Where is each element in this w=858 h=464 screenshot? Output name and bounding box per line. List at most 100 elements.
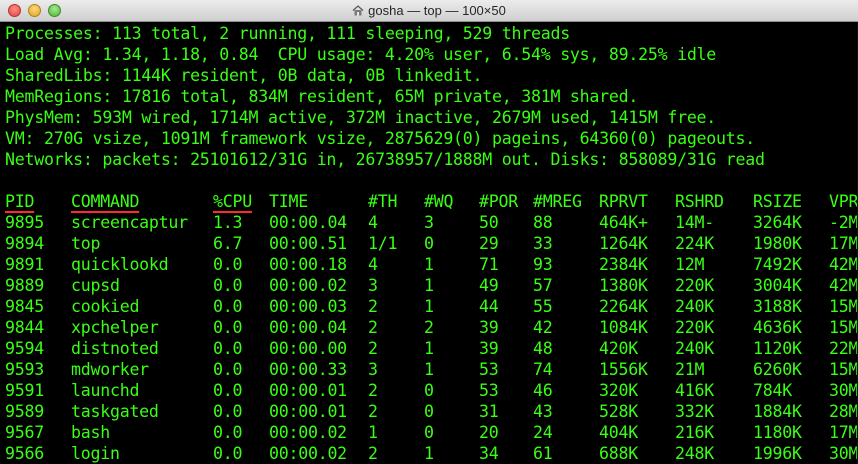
cell-por: 34 [479, 444, 499, 463]
cell-command: mdworker [71, 360, 149, 379]
cell-th: 2 [368, 402, 378, 421]
cell-command: distnoted [71, 339, 159, 358]
terminal-window: gosha — top — 100×50 Processes: 113 tota… [0, 0, 858, 464]
cell-pid: 9591 [5, 381, 44, 400]
table-row: 9594 distnoted 0.0 00:00.00 2 1 39 48 420K 240K 11… [5, 338, 858, 359]
cell-th: 4 [368, 213, 378, 232]
cell-pid: 9845 [5, 297, 44, 316]
cell-vpr: -2M [829, 213, 858, 232]
cell-th: 2 [368, 381, 378, 400]
title-bar[interactable]: gosha — top — 100×50 [0, 0, 858, 22]
cell-wq: 0 [424, 423, 434, 442]
cell-rprvt: 688K [599, 444, 638, 463]
cell-vpr: 30M [829, 381, 858, 400]
column-header-rprvt: RPRVT [599, 192, 648, 211]
cell-wq: 1 [424, 444, 434, 463]
table-row: 9895 screencaptur 1.3 00:00.04 4 3 50 88 464K+ 14… [5, 212, 858, 233]
cell-cpu: 0.0 [213, 276, 243, 295]
cell-rprvt: 2384K [599, 255, 648, 274]
table-row: 9894 top 6.7 00:00.51 1/1 0 29 33 1264K 224K 1980K… [5, 233, 858, 254]
table-row: 9844 xpchelper 0.0 00:00.04 2 2 39 42 1084K 220K 4… [5, 317, 858, 338]
cell-cpu: 0.0 [213, 423, 243, 442]
summary-physmem: PhysMem: 593M wired, 1714M active, 372M … [5, 108, 717, 127]
cell-wq: 1 [424, 297, 434, 316]
cell-wq: 1 [424, 276, 434, 295]
cell-rshrd: 248K [675, 444, 714, 463]
cell-time: 00:00.33 [269, 360, 347, 379]
cell-pid: 9895 [5, 213, 44, 232]
cell-por: 49 [479, 276, 499, 295]
cell-th: 2 [368, 444, 378, 463]
cell-vpr: 15M [829, 360, 858, 379]
cell-por: 44 [479, 297, 499, 316]
column-header-th: #TH [368, 192, 398, 211]
cell-th: 2 [368, 339, 378, 358]
column-header-pid: PID [5, 192, 35, 211]
cell-mreg: 88 [533, 213, 553, 232]
cell-time: 00:00.04 [269, 318, 347, 337]
cell-rsize: 1884K [753, 402, 802, 421]
cell-cpu: 0.0 [213, 339, 243, 358]
cell-rshrd: 220K [675, 276, 714, 295]
cell-cpu: 6.7 [213, 234, 243, 253]
cell-time: 00:00.04 [269, 213, 347, 232]
cell-wq: 0 [424, 402, 434, 421]
cell-rprvt: 528K [599, 402, 638, 421]
cell-command: bash [71, 423, 110, 442]
cell-wq: 1 [424, 360, 434, 379]
terminal-content[interactable]: Processes: 113 total, 2 running, 111 sle… [0, 22, 858, 464]
cell-command: top [71, 234, 101, 253]
cell-rshrd: 14M- [675, 213, 714, 232]
cell-time: 00:00.03 [269, 297, 347, 316]
column-header-por: #POR [479, 192, 518, 211]
cell-rsize: 3264K [753, 213, 802, 232]
cell-por: 31 [479, 402, 499, 421]
summary-processes: Processes: 113 total, 2 running, 111 sle… [5, 24, 570, 43]
cell-rprvt: 320K [599, 381, 638, 400]
cell-por: 50 [479, 213, 499, 232]
table-row: 9889 cupsd 0.0 00:00.02 3 1 49 57 1380K 220K 3004K… [5, 275, 858, 296]
cell-mreg: 57 [533, 276, 553, 295]
cell-command: login [71, 444, 120, 463]
cell-pid: 9594 [5, 339, 44, 358]
table-row: 9845 cookied 0.0 00:00.03 2 1 44 55 2264K 240K 318… [5, 296, 858, 317]
table-row: 9567 bash 0.0 00:00.02 1 0 20 24 404K 216K 1180K 17… [5, 422, 858, 443]
cell-th: 4 [368, 255, 378, 274]
summary-mem-regions: MemRegions: 17816 total, 834M resident, … [5, 87, 639, 106]
cell-rsize: 1996K [753, 444, 802, 463]
cell-por: 71 [479, 255, 499, 274]
cell-mreg: 61 [533, 444, 553, 463]
cell-rsize: 7492K [753, 255, 802, 274]
cell-rprvt: 1380K [599, 276, 648, 295]
cell-th: 3 [368, 276, 378, 295]
cell-vpr: 17M [829, 234, 858, 253]
cell-por: 39 [479, 318, 499, 337]
cell-rsize: 1180K [753, 423, 802, 442]
cell-cpu: 0.0 [213, 444, 243, 463]
cell-command: quicklookd [71, 255, 169, 274]
cell-pid: 9566 [5, 444, 44, 463]
cell-cpu: 0.0 [213, 381, 243, 400]
cell-vpr: 22M [829, 339, 858, 358]
cell-mreg: 93 [533, 255, 553, 274]
cell-vpr: 15M [829, 297, 858, 316]
cell-th: 1 [368, 423, 378, 442]
cell-cpu: 0.0 [213, 318, 243, 337]
cell-pid: 9589 [5, 402, 44, 421]
home-folder-icon [352, 5, 364, 16]
cell-rsize: 6260K [753, 360, 802, 379]
cell-command: cookied [71, 297, 140, 316]
cell-vpr: 30M [829, 444, 858, 463]
cell-vpr: 15M [829, 318, 858, 337]
summary-vm: VM: 270G vsize, 1091M framework vsize, 2… [5, 129, 756, 148]
column-header-command: COMMAND [71, 192, 140, 211]
cell-rshrd: 12M [675, 255, 705, 274]
cell-rprvt: 1084K [599, 318, 648, 337]
summary-load-avg: Load Avg: 1.34, 1.18, 0.84 CPU usage: 4.… [5, 45, 717, 64]
cell-por: 39 [479, 339, 499, 358]
column-header-cpu: %CPU [213, 192, 252, 211]
cell-time: 00:00.18 [269, 255, 347, 274]
cell-cpu: 0.0 [213, 360, 243, 379]
window-title: gosha — top — 100×50 [368, 3, 506, 18]
cell-por: 20 [479, 423, 499, 442]
